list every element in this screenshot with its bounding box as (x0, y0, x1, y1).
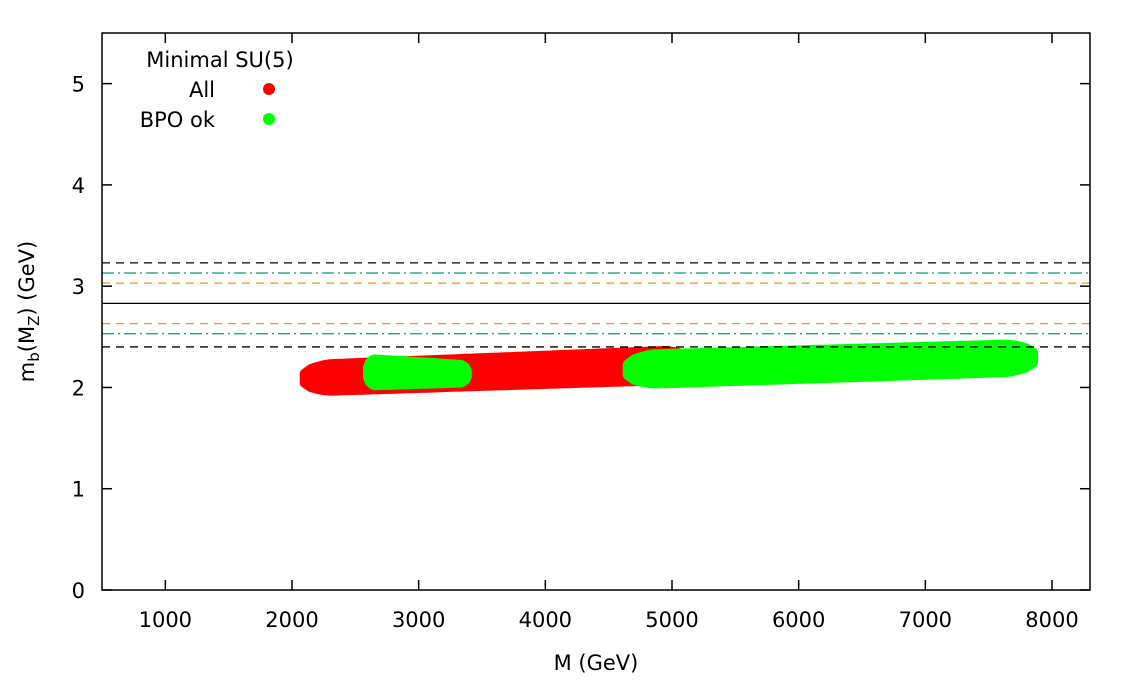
x-axis-label: M (GeV) (554, 651, 639, 675)
legend: Minimal SU(5) All BPO ok (140, 48, 294, 132)
y-tick-label: 3 (72, 275, 85, 299)
y-axis-label: mb(MZ) (GeV) (15, 241, 43, 382)
legend-marker-bpo-ok (263, 113, 275, 125)
y-tick-label: 2 (72, 376, 85, 400)
legend-label-all: All (189, 78, 215, 102)
y-axis-label-main: m (15, 362, 39, 382)
data-region-bpo-ok (363, 354, 472, 391)
y-axis-label-sub-b: b (25, 352, 43, 362)
x-tick-label: 2000 (265, 608, 318, 632)
axis-ticks: 1000 2000 3000 4000 5000 6000 7000 8000 0 1 2 3 4 5 (72, 33, 1090, 632)
x-tick-label: 1000 (139, 608, 192, 632)
chart: 1000 2000 3000 4000 5000 6000 7000 8000 0 1 2 3 4 5 M… (15, 32, 1091, 675)
data-region-bpo-ok (622, 339, 1038, 389)
x-tick-label: 7000 (899, 608, 952, 632)
x-tick-label: 6000 (772, 608, 825, 632)
plot-frame (101, 32, 1091, 591)
legend-title: Minimal SU(5) (146, 48, 293, 72)
x-tick-label: 4000 (519, 608, 572, 632)
legend-marker-all (263, 83, 275, 95)
y-tick-label: 0 (72, 579, 85, 603)
legend-label-bpo-ok: BPO ok (140, 108, 216, 132)
x-tick-label: 8000 (1025, 608, 1078, 632)
y-axis-label-end: ) (GeV) (15, 241, 39, 316)
reference-lines (102, 262, 1090, 348)
y-tick-label: 1 (72, 478, 85, 502)
y-tick-label: 4 (72, 174, 85, 198)
data-layer (299, 339, 1038, 396)
y-axis-label-mid: (M (15, 326, 39, 352)
y-axis-label-sub-z: Z (25, 316, 43, 326)
y-tick-label: 5 (72, 73, 85, 97)
x-tick-label: 5000 (645, 608, 698, 632)
x-tick-label: 3000 (392, 608, 445, 632)
